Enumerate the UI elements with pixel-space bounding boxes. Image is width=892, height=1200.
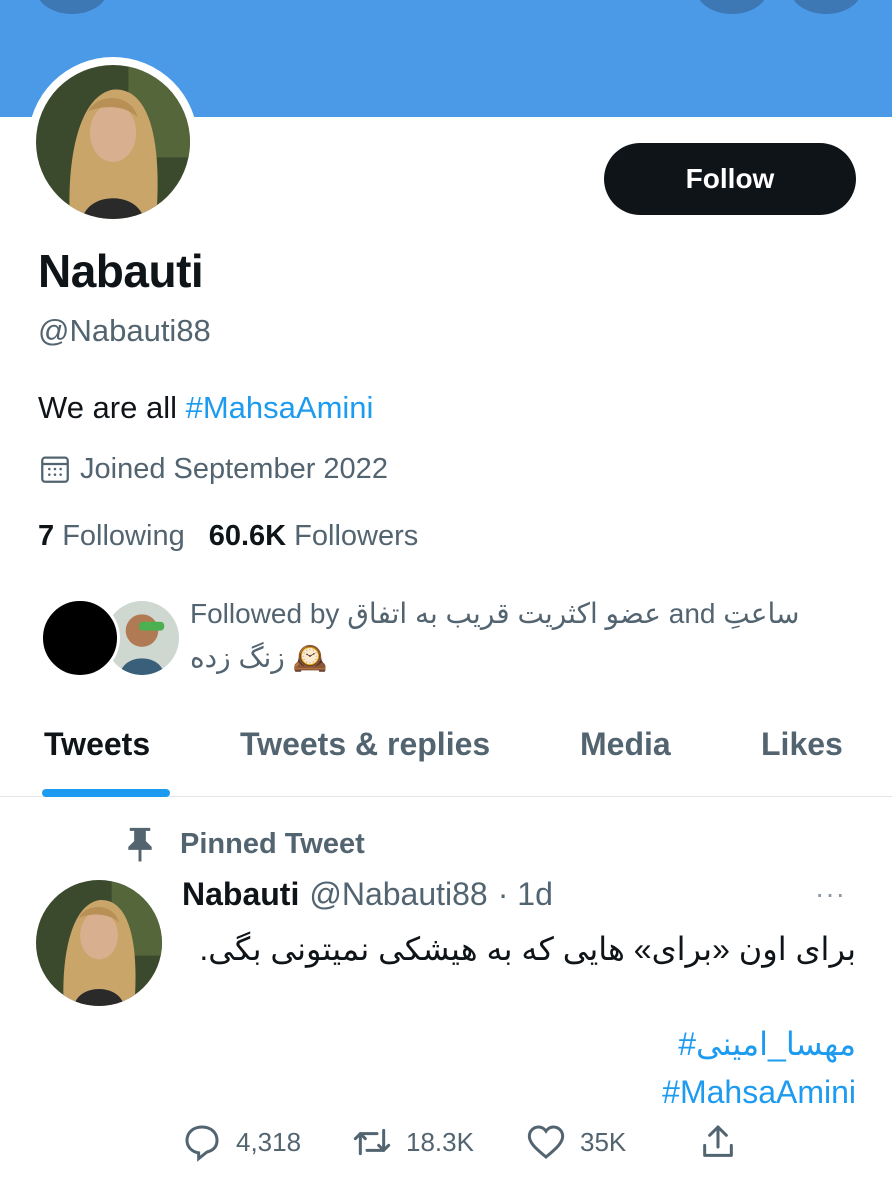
profile-bio: We are all #MahsaAmini bbox=[38, 390, 373, 426]
tweet-hashtags: #مهسا_امینی #MahsaAmini bbox=[182, 1020, 856, 1116]
profile-stats: 7 Following 60.6K Followers bbox=[38, 520, 418, 553]
share-button[interactable] bbox=[698, 1122, 738, 1162]
tab-tweets[interactable]: Tweets bbox=[44, 726, 150, 763]
followed-by-avatars[interactable] bbox=[40, 598, 182, 678]
followers-count: 60.6K bbox=[208, 520, 287, 552]
profile-display-name: Nabauti bbox=[38, 245, 204, 297]
hashtag-link-persian[interactable]: #مهسا_امینی bbox=[182, 1020, 856, 1068]
retweet-icon bbox=[353, 1128, 391, 1156]
like-icon bbox=[527, 1125, 565, 1159]
active-tab-indicator bbox=[42, 789, 170, 797]
back-button[interactable] bbox=[36, 0, 108, 14]
followed-by-line1: Followed by عضو اکثریت قریب به اتفاق and… bbox=[190, 598, 800, 629]
like-count: 35K bbox=[580, 1126, 627, 1157]
profile-tabs: Tweets Tweets & replies Media Likes bbox=[0, 720, 892, 797]
hashtag-link-mahsaamini[interactable]: #MahsaAmini bbox=[182, 1068, 856, 1116]
bio-text: We are all bbox=[38, 390, 186, 425]
calendar-icon bbox=[41, 456, 69, 483]
following-label: Following bbox=[62, 520, 185, 552]
pinned-tweet-label: Pinned Tweet bbox=[122, 825, 365, 863]
tab-likes[interactable]: Likes bbox=[761, 726, 843, 763]
search-button[interactable] bbox=[696, 0, 768, 14]
tab-media[interactable]: Media bbox=[580, 726, 671, 763]
tweet-actions: 4,318 18.3K 35K bbox=[182, 1122, 856, 1172]
pin-icon bbox=[128, 827, 152, 862]
followed-by-text[interactable]: Followed by عضو اکثریت قریب به اتفاق and… bbox=[190, 592, 850, 680]
retweet-count: 18.3K bbox=[406, 1126, 474, 1157]
reply-button[interactable]: 4,318 bbox=[182, 1122, 301, 1162]
reply-icon bbox=[185, 1125, 219, 1162]
followers-label: Followers bbox=[294, 520, 419, 552]
like-button[interactable]: 35K bbox=[526, 1122, 626, 1162]
tweet-author-name[interactable]: Nabauti bbox=[182, 876, 299, 913]
profile-avatar[interactable] bbox=[28, 57, 198, 227]
tweet-author-handle[interactable]: @Nabauti88 bbox=[309, 876, 487, 913]
overflow-menu-button[interactable] bbox=[790, 0, 862, 14]
tweet-author-avatar[interactable] bbox=[36, 880, 162, 1006]
followed-by-line2: زنگ زده 🕰️ bbox=[190, 642, 328, 673]
more-icon[interactable]: ··· bbox=[815, 878, 846, 910]
following-link[interactable]: 7 Following bbox=[38, 520, 185, 553]
following-count: 7 bbox=[38, 520, 55, 552]
followers-link[interactable]: 60.6K Followers bbox=[209, 520, 419, 553]
tweet-timestamp[interactable]: · 1d bbox=[498, 876, 553, 913]
joined-date: Joined September 2022 bbox=[38, 452, 388, 486]
tab-tweets-and-replies[interactable]: Tweets & replies bbox=[240, 726, 490, 763]
follow-button[interactable]: Follow bbox=[604, 143, 856, 215]
pinned-label-text: Pinned Tweet bbox=[180, 827, 365, 860]
reply-count: 4,318 bbox=[236, 1126, 302, 1157]
tweet-header: Nabauti @Nabauti88 · 1d bbox=[182, 876, 553, 913]
share-icon bbox=[703, 1125, 733, 1157]
joined-label: Joined September 2022 bbox=[80, 452, 388, 485]
retweet-button[interactable]: 18.3K bbox=[352, 1122, 474, 1162]
tweet-text: برای اون «برای» هایی که به هیشکی نمیتونی… bbox=[199, 931, 856, 967]
follower-avatar-1 bbox=[40, 598, 120, 678]
bio-hashtag-link[interactable]: #MahsaAmini bbox=[186, 390, 374, 425]
profile-handle: @Nabauti88 bbox=[38, 313, 211, 348]
